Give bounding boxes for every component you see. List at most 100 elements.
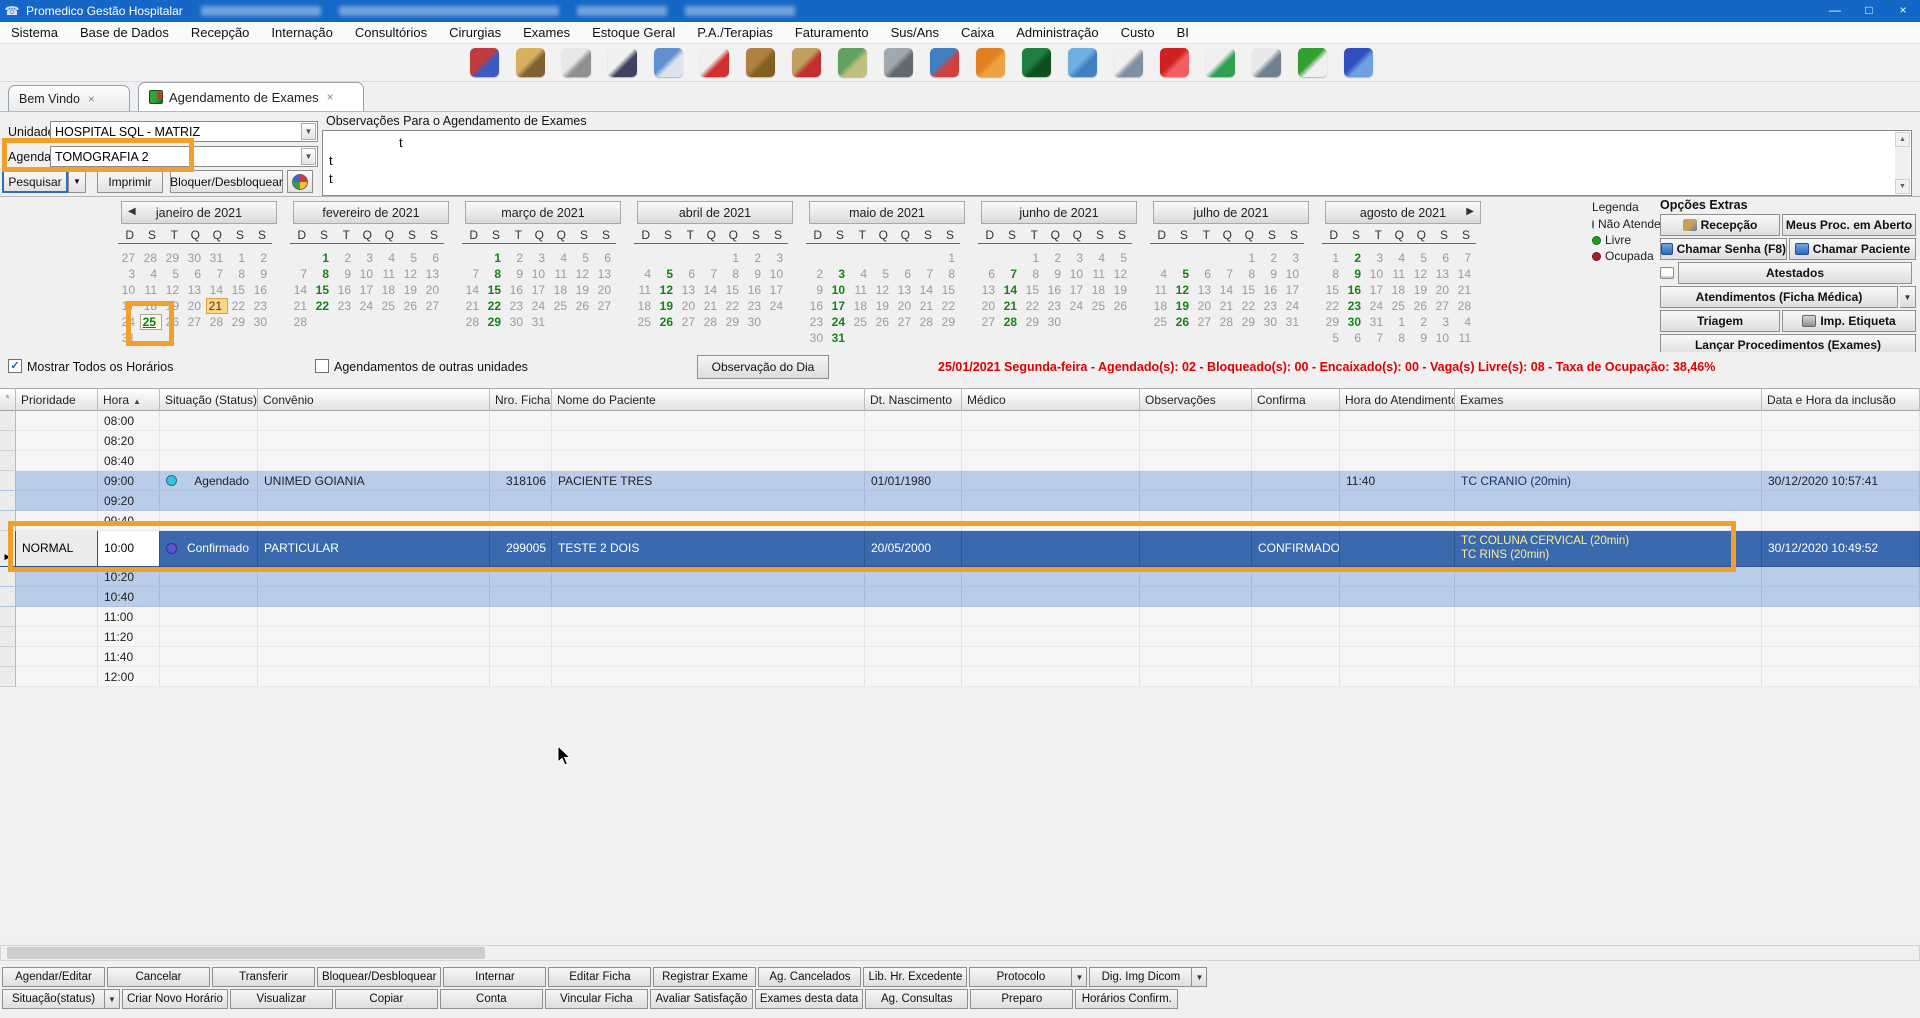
calendar-day[interactable]: 27: [184, 314, 206, 330]
calendar-day-free[interactable]: 15: [312, 282, 334, 298]
menu-item-interna-o[interactable]: Internação: [260, 22, 343, 44]
calendar-day[interactable]: 13: [422, 266, 444, 282]
calendar-day[interactable]: 6: [184, 266, 206, 282]
row-selector[interactable]: [0, 567, 16, 587]
toolbar-finance-doc-icon[interactable]: [1206, 48, 1235, 77]
calendar-day[interactable]: 7: [1454, 250, 1476, 266]
schedule-row-10-00[interactable]: ►NORMAL10:00ConfirmadoPARTICULAR299005TE…: [0, 531, 1920, 567]
row-selector[interactable]: [0, 607, 16, 627]
calendar-day[interactable]: 8: [1238, 266, 1260, 282]
calendar-day[interactable]: 26: [1110, 298, 1132, 314]
agenda-select[interactable]: [50, 146, 318, 167]
calendar-day[interactable]: 6: [678, 266, 700, 282]
calendar-day[interactable]: 9: [1410, 330, 1432, 346]
calendar-day[interactable]: 2: [1044, 250, 1066, 266]
schedule-row-09-40[interactable]: 09:40: [0, 511, 1920, 531]
calendar-day[interactable]: 20: [1432, 282, 1454, 298]
calendar-day[interactable]: 21: [700, 298, 722, 314]
calendar-day[interactable]: 16: [1044, 282, 1066, 298]
situa-o-status-dropdown-icon[interactable]: ▼: [105, 989, 120, 1009]
triagem-button[interactable]: Triagem: [1660, 310, 1780, 332]
calendar-day-free[interactable]: 2: [1344, 250, 1366, 266]
unidade-select[interactable]: [50, 121, 318, 142]
conta-button[interactable]: Conta: [440, 989, 543, 1009]
calendar-day[interactable]: 12: [162, 282, 184, 298]
calendar-day[interactable]: 26: [572, 298, 594, 314]
mostrar-todos-checkbox[interactable]: ✓: [8, 359, 22, 373]
calendar-day[interactable]: 4: [1088, 250, 1110, 266]
calendar-day[interactable]: 28: [916, 314, 938, 330]
row-selector[interactable]: [0, 491, 16, 511]
schedule-row-08-40[interactable]: 08:40: [0, 451, 1920, 471]
bloquear-desbloquear-button[interactable]: Bloquer/Desbloquear: [170, 170, 283, 193]
calendar-day[interactable]: 27: [678, 314, 700, 330]
calendar-day[interactable]: 29: [1238, 314, 1260, 330]
calendar-day[interactable]: 17: [356, 282, 378, 298]
calendar-day[interactable]: 11: [550, 266, 572, 282]
recep-o-button[interactable]: Recepção: [1660, 214, 1780, 236]
calendar-day[interactable]: 10: [766, 266, 788, 282]
tab-close-icon[interactable]: ×: [88, 92, 95, 106]
calendar-next-icon[interactable]: ▶: [1466, 206, 1474, 217]
row-selector[interactable]: [0, 647, 16, 667]
calendar-day[interactable]: 9: [806, 282, 828, 298]
row-selector[interactable]: [0, 511, 16, 531]
calendar-day[interactable]: 22: [1322, 298, 1344, 314]
toolbar-professional-icon[interactable]: [562, 48, 591, 77]
calendar-day[interactable]: 28: [462, 314, 484, 330]
calendar-day[interactable]: 20: [978, 298, 1000, 314]
calendar-day[interactable]: 31: [1366, 314, 1388, 330]
calendar-day[interactable]: 6: [594, 250, 616, 266]
calendar-day[interactable]: 8: [722, 266, 744, 282]
calendar-day[interactable]: 21: [1216, 298, 1238, 314]
calendar-day[interactable]: 28: [206, 314, 228, 330]
toolbar-hospital-bed-icon[interactable]: [654, 48, 683, 77]
calendar-day-today[interactable]: 21: [206, 298, 228, 314]
lib-hr-excedente-button[interactable]: Lib. Hr. Excedente: [863, 967, 967, 987]
calendar-day[interactable]: 4: [550, 250, 572, 266]
calendar-day[interactable]: 17: [118, 298, 140, 314]
calendar-day[interactable]: 19: [1410, 282, 1432, 298]
protocolo-button[interactable]: Protocolo: [969, 967, 1072, 987]
menu-item-sus-ans[interactable]: Sus/Ans: [880, 22, 950, 44]
calendar-day[interactable]: 20: [184, 298, 206, 314]
calendar-day[interactable]: 27: [594, 298, 616, 314]
toolbar-statistics-icon[interactable]: [930, 48, 959, 77]
calendar-day[interactable]: 25: [1388, 298, 1410, 314]
calendar-month-header[interactable]: ◀janeiro de 2021: [121, 201, 277, 224]
calendar-day[interactable]: 18: [1150, 298, 1172, 314]
calendar-day[interactable]: 28: [700, 314, 722, 330]
menu-item-estoque-geral[interactable]: Estoque Geral: [581, 22, 686, 44]
calendar-day[interactable]: 21: [290, 298, 312, 314]
row-selector[interactable]: [0, 471, 16, 491]
calendar-day[interactable]: 23: [806, 314, 828, 330]
column-header-hora-do-atendimento[interactable]: Hora do Atendimento: [1340, 389, 1455, 411]
calendar-day[interactable]: 30: [1044, 314, 1066, 330]
calendar-day[interactable]: 26: [400, 298, 422, 314]
calendar-day[interactable]: 9: [744, 266, 766, 282]
calendar-day[interactable]: 11: [1150, 282, 1172, 298]
calendar-day[interactable]: 23: [1260, 298, 1282, 314]
calendar-day[interactable]: 10: [1066, 266, 1088, 282]
column-header-situa-o-status[interactable]: Situação (Status): [160, 389, 258, 411]
column-header-exames[interactable]: Exames: [1455, 389, 1762, 411]
calendar-day[interactable]: 22: [722, 298, 744, 314]
calendar-day[interactable]: 3: [1282, 250, 1304, 266]
calendar-day[interactable]: 6: [1194, 266, 1216, 282]
calendar-day[interactable]: 15: [1022, 282, 1044, 298]
menu-item-custo[interactable]: Custo: [1110, 22, 1166, 44]
calendar-day[interactable]: 4: [850, 266, 872, 282]
dig-img-dicom-dropdown-icon[interactable]: ▼: [1192, 967, 1207, 987]
calendar-day[interactable]: 26: [162, 314, 184, 330]
calendar-day-free[interactable]: 14: [1000, 282, 1022, 298]
calendar-day[interactable]: 29: [162, 250, 184, 266]
calendar-day[interactable]: 4: [1150, 266, 1172, 282]
scrollbar-thumb[interactable]: [7, 947, 485, 959]
calendar-day[interactable]: 13: [1194, 282, 1216, 298]
column-header-nome-do-paciente[interactable]: Nome do Paciente: [552, 389, 865, 411]
calendar-day[interactable]: 25: [850, 314, 872, 330]
menu-item-bi[interactable]: BI: [1166, 22, 1200, 44]
calendar-day[interactable]: 18: [378, 282, 400, 298]
calendar-day[interactable]: 20: [894, 298, 916, 314]
menu-item-consult-rios[interactable]: Consultórios: [344, 22, 438, 44]
